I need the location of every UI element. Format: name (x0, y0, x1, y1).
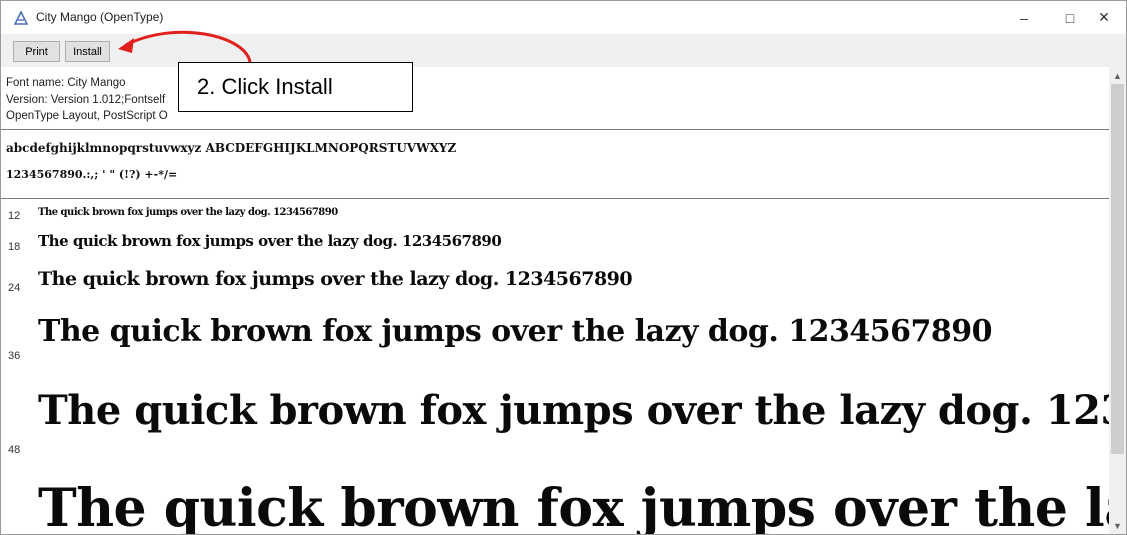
scroll-up-arrow-icon[interactable]: ▲ (1109, 67, 1126, 84)
font-version-line: Version: Version 1.012;Fontself (6, 93, 166, 106)
size-label: 36 (8, 350, 21, 362)
size-label: 18 (8, 241, 21, 253)
font-preview-area: Font name: City Mango Version: Version 1… (1, 67, 1109, 534)
charset-letters: abcdefghijklmnopqrstuvwxyz ABCDEFGHIJKLM… (6, 141, 457, 155)
divider (1, 198, 1109, 199)
font-app-icon (14, 11, 28, 25)
charset-digits: 1234567890.:,; ' " (!?) +-*/= (6, 168, 178, 181)
toolbar: Print Install (1, 34, 1126, 67)
size-label: 48 (8, 444, 21, 456)
sample-text: The quick brown fox jumps over the lazy … (38, 268, 633, 290)
font-name-line: Font name: City Mango (6, 77, 126, 89)
instruction-callout: 2. Click Install (178, 62, 413, 112)
close-button[interactable]: ✕ (1081, 1, 1126, 34)
font-viewer-window: City Mango (OpenType) – □ ✕ Print Instal… (0, 0, 1127, 535)
sample-text: The quick brown fox jumps over the laz (38, 478, 1109, 534)
scroll-down-arrow-icon[interactable]: ▼ (1109, 517, 1126, 534)
divider (1, 129, 1109, 130)
sample-text: The quick brown fox jumps over the lazy … (38, 314, 993, 349)
title-bar: City Mango (OpenType) – □ ✕ (1, 1, 1126, 34)
sample-text: The quick brown fox jumps over the lazy … (38, 387, 1109, 434)
window-title: City Mango (OpenType) (36, 10, 164, 24)
font-layout-line: OpenType Layout, PostScript O (6, 110, 168, 122)
sample-text: The quick brown fox jumps over the lazy … (38, 232, 502, 250)
sample-text: The quick brown fox jumps over the lazy … (38, 207, 338, 218)
size-label: 12 (8, 210, 21, 222)
vertical-scrollbar[interactable]: ▲ ▼ (1109, 67, 1126, 534)
minimize-button[interactable]: – (1001, 1, 1047, 34)
font-info: Font name: City Mango Version: Version 1… (6, 75, 168, 125)
scroll-thumb[interactable] (1111, 84, 1124, 454)
install-button[interactable]: Install (65, 41, 110, 62)
print-button[interactable]: Print (13, 41, 60, 62)
size-label: 24 (8, 282, 21, 294)
